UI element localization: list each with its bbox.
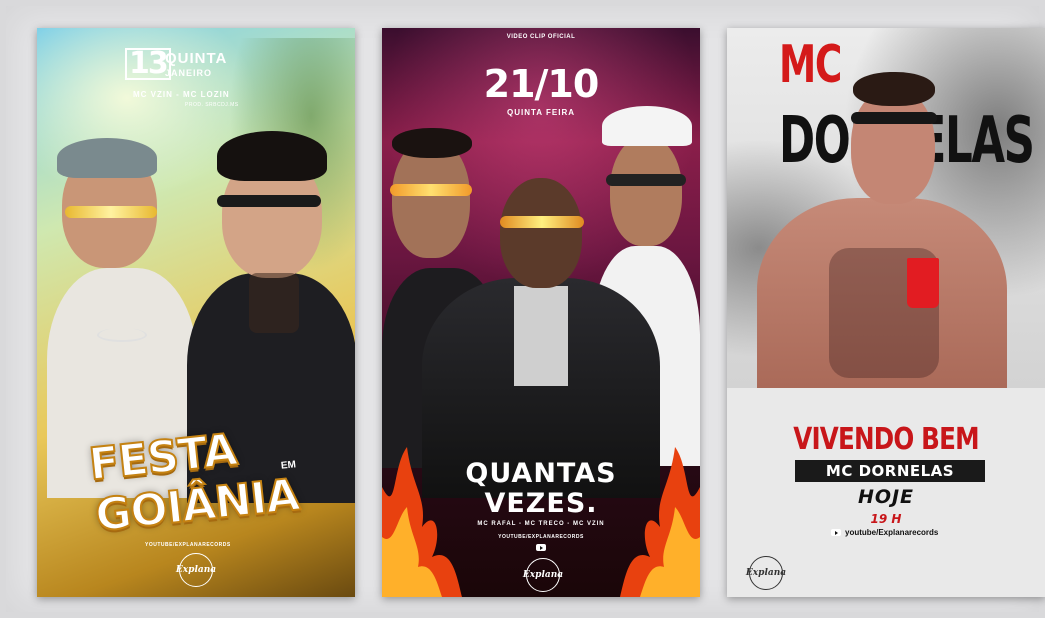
artist-bar-label: MC DORNELAS bbox=[825, 462, 955, 480]
explana-logo: Explana bbox=[522, 558, 564, 592]
producer-label: PROD. SRBCDJ.MS bbox=[185, 102, 239, 108]
title-line-1: QUANTAS bbox=[465, 458, 617, 489]
date-number: 13 bbox=[125, 48, 171, 80]
poster-mc-dornelas[interactable]: MC DORNELAS VIVENDO BEM MC DORNELAS HOJE… bbox=[727, 28, 1045, 597]
youtube-channel: YOUTUBE/EXPLANARECORDS bbox=[145, 542, 231, 548]
title-line-2: VEZES. bbox=[484, 488, 598, 519]
youtube-play-icon bbox=[831, 529, 841, 536]
artist-name-bar: MC DORNELAS bbox=[795, 460, 985, 482]
logo-text: Explana bbox=[175, 565, 217, 575]
explana-logo: Explana bbox=[175, 553, 217, 587]
weekday-label: QUINTA bbox=[165, 50, 228, 67]
poster-festa-goiania[interactable]: 13 QUINTA JANEIRO MC VZIN - MC LOZIN PRO… bbox=[37, 28, 355, 597]
youtube-channel: YOUTUBE/EXPLANARECORDS bbox=[498, 534, 584, 540]
time-label: 19 H bbox=[870, 512, 902, 526]
poster-quantas-vezes[interactable]: VIDEO CLIP OFICIAL 21/10 QUINTA FEIRA QU… bbox=[382, 28, 700, 597]
gallery-frame: 13 QUINTA JANEIRO MC VZIN - MC LOZIN PRO… bbox=[6, 6, 1045, 612]
month-label: JANEIRO bbox=[165, 68, 213, 78]
logo-text: Explana bbox=[745, 568, 787, 578]
release-date: 21/10 bbox=[483, 62, 600, 106]
day-label: HOJE bbox=[857, 486, 915, 508]
logo-text: Explana bbox=[522, 570, 564, 580]
youtube-play-icon bbox=[536, 544, 546, 551]
video-clip-label: VIDEO CLIP OFICIAL bbox=[506, 34, 576, 40]
artist-photo bbox=[757, 68, 1007, 428]
song-title: VIVENDO BEM bbox=[793, 422, 979, 457]
explana-logo: Explana bbox=[745, 556, 787, 590]
artists-label: MC VZIN - MC LOZIN bbox=[133, 90, 230, 99]
artists-label: MC RAFAL - MC TRECO - MC VZIN bbox=[477, 521, 605, 527]
youtube-channel: youtube/Explanarecords bbox=[845, 528, 939, 537]
